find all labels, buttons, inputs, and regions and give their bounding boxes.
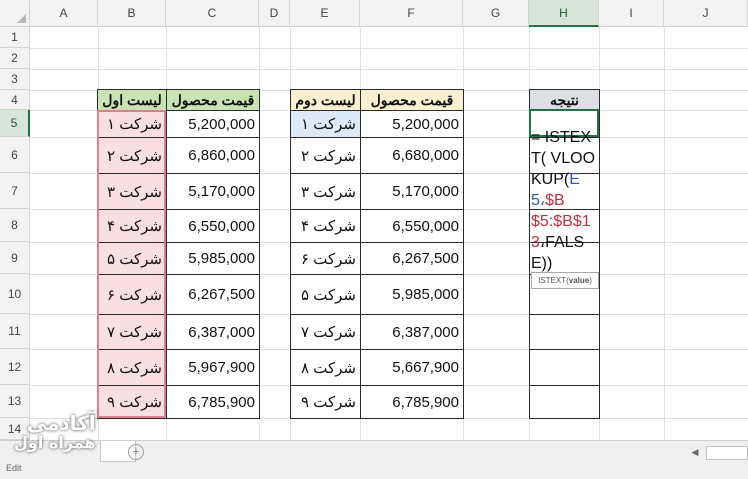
horizontal-scrollbar[interactable] xyxy=(706,446,748,460)
result-header[interactable]: نتیجه xyxy=(529,89,600,111)
row-header-8[interactable]: 8 xyxy=(0,209,30,242)
row-header-6[interactable]: 6 xyxy=(0,137,30,173)
column-header-a[interactable]: A xyxy=(30,0,98,27)
table2-price-cell[interactable]: 6,680,000 xyxy=(360,137,464,174)
table2-name-cell[interactable]: شرکت ۷ xyxy=(290,314,361,350)
watermark-logo: آکادمی همراه اول xyxy=(14,412,96,452)
column-header-b[interactable]: B xyxy=(98,0,166,27)
table1-name-cell[interactable]: شرکت ۱ xyxy=(97,110,167,138)
table2-name-cell[interactable]: شرکت ۸ xyxy=(290,349,361,386)
row-header-9[interactable]: 9 xyxy=(0,242,30,274)
table2-name-cell[interactable]: شرکت ۳ xyxy=(290,173,361,210)
table1-price-cell[interactable]: 5,985,000 xyxy=(166,242,260,275)
table1-price-cell[interactable]: 6,267,500 xyxy=(166,274,260,315)
tooltip-function: ISTEXT( xyxy=(538,276,569,285)
table1-name-cell[interactable]: شرکت ۸ xyxy=(97,349,167,386)
table1-price-cell[interactable]: 6,785,900 xyxy=(166,385,260,419)
column-header-e[interactable]: E xyxy=(290,0,360,27)
column-header-j[interactable]: J xyxy=(664,0,748,27)
status-mode: Edit xyxy=(6,463,22,473)
table1-name-cell[interactable]: شرکت ۲ xyxy=(97,137,167,174)
formula-edit-text[interactable]: = ISTEXT( VLOOKUP(E5،$B$5:$B$13،FALSE)) xyxy=(531,127,599,274)
table1-name-cell[interactable]: شرکت ۳ xyxy=(97,173,167,210)
tooltip-argument: value xyxy=(568,276,590,285)
table2-price-cell[interactable]: 6,785,900 xyxy=(360,385,464,419)
formula-prefix: = ISTEXT( VLOOKUP( xyxy=(531,129,596,188)
column-header-f[interactable]: F xyxy=(360,0,463,27)
row-header-1[interactable]: 1 xyxy=(0,27,30,48)
row-header-12[interactable]: 12 xyxy=(0,349,30,385)
row-header-7[interactable]: 7 xyxy=(0,173,30,209)
column-header-i[interactable]: I xyxy=(599,0,664,27)
table2-price-cell[interactable]: 6,550,000 xyxy=(360,209,464,243)
table1-name-cell[interactable]: شرکت ۷ xyxy=(97,314,167,350)
table2-price-cell[interactable]: 6,267,500 xyxy=(360,242,464,275)
tooltip-close: ) xyxy=(589,276,592,285)
table2-price-cell[interactable]: 5,667,900 xyxy=(360,349,464,386)
table1-price-cell[interactable]: 6,550,000 xyxy=(166,209,260,243)
column-header-d[interactable]: D xyxy=(259,0,290,27)
scroll-left-icon[interactable]: ◀ xyxy=(690,446,700,458)
table1-price-cell[interactable]: 5,200,000 xyxy=(166,110,260,138)
column-header-h[interactable]: H xyxy=(529,0,599,27)
table2-price-cell[interactable]: 5,170,000 xyxy=(360,173,464,210)
column-header-c[interactable]: C xyxy=(166,0,259,27)
table2-price-cell[interactable]: 5,985,000 xyxy=(360,274,464,315)
table2-name-cell[interactable]: شرکت ۲ xyxy=(290,137,361,174)
table2-name-cell[interactable]: شرکت ۹ xyxy=(290,385,361,419)
table2-price-cell[interactable]: 5,200,000 xyxy=(360,110,464,138)
row-header-10[interactable]: 10 xyxy=(0,274,30,314)
add-sheet-icon[interactable]: + xyxy=(128,444,144,460)
table1-price-cell[interactable]: 6,387,000 xyxy=(166,314,260,350)
logo-line-2: همراه اول xyxy=(14,433,96,452)
table2-name-cell[interactable]: شرکت ۵ xyxy=(290,274,361,315)
row-header-5[interactable]: 5 xyxy=(0,110,30,137)
row-header-11[interactable]: 11 xyxy=(0,314,30,349)
table1-header-price[interactable]: قیمت محصول xyxy=(166,89,260,111)
table2-price-cell[interactable]: 6,387,000 xyxy=(360,314,464,350)
result-cell[interactable] xyxy=(529,314,600,350)
table2-header-name[interactable]: لیست دوم xyxy=(290,89,361,111)
table1-price-cell[interactable]: 6,860,000 xyxy=(166,137,260,174)
column-header-g[interactable]: G xyxy=(463,0,529,27)
table2-name-cell[interactable]: شرکت ۶ xyxy=(290,242,361,275)
table2-name-cell[interactable]: شرکت ۴ xyxy=(290,209,361,243)
table1-header-name[interactable]: لیست اول xyxy=(97,89,167,111)
table1-price-cell[interactable]: 5,967,900 xyxy=(166,349,260,386)
table1-name-cell[interactable]: شرکت ۹ xyxy=(97,385,167,419)
row-header-4[interactable]: 4 xyxy=(0,90,30,110)
logo-line-1: آکادمی xyxy=(26,411,96,435)
table1-name-cell[interactable]: شرکت ۴ xyxy=(97,209,167,243)
sheet-tab-bar: + ◀ Edit xyxy=(0,440,748,479)
select-all-corner[interactable] xyxy=(0,0,30,27)
spreadsheet-grid: A B C D E F G H I J 1 2 3 4 5 6 7 8 9 10… xyxy=(0,0,748,478)
function-tooltip[interactable]: ISTEXT(value) xyxy=(531,272,599,289)
table1-name-cell[interactable]: شرکت ۶ xyxy=(97,274,167,315)
gridline xyxy=(30,48,748,49)
table1-price-cell[interactable]: 5,170,000 xyxy=(166,173,260,210)
gridline xyxy=(664,27,665,440)
row-header-3[interactable]: 3 xyxy=(0,69,30,90)
table1-name-cell[interactable]: شرکت ۵ xyxy=(97,242,167,275)
result-cell[interactable] xyxy=(529,349,600,386)
result-cell[interactable] xyxy=(529,385,600,419)
gridline xyxy=(30,69,748,70)
row-header-2[interactable]: 2 xyxy=(0,48,30,69)
table2-name-cell[interactable]: شرکت ۱ xyxy=(290,110,361,138)
table2-header-price[interactable]: قیمت محصول xyxy=(360,89,464,111)
